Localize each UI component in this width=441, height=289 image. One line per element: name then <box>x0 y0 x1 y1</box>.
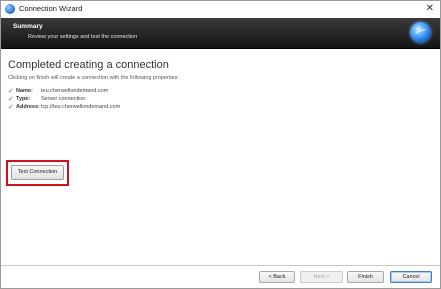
property-label: Address: <box>16 104 40 110</box>
connection-wizard-window: Connection Wizard ✕ Summary Review your … <box>0 0 441 289</box>
page-title: Completed creating a connection <box>8 59 169 71</box>
globe-logo-icon <box>410 22 431 43</box>
intro-text: Clicking on finish will create a connect… <box>8 75 179 81</box>
property-value: teu.cherwellondemand.com <box>41 88 109 94</box>
test-connection-button[interactable]: Test Connection <box>11 165 64 180</box>
app-globe-icon <box>5 4 15 14</box>
title-bar: Connection Wizard ✕ <box>1 1 440 18</box>
back-button[interactable]: < Back <box>259 271 295 283</box>
checkmark-icon: ✓ <box>8 104 14 111</box>
cancel-button[interactable]: Cancel <box>390 271 432 283</box>
banner-heading: Summary <box>13 23 43 30</box>
next-button[interactable]: Next > <box>300 271 343 283</box>
property-label: Name: <box>16 88 33 94</box>
property-label: Type: <box>16 96 31 102</box>
property-value: tcp://teu.cherwellondemand.com <box>41 104 121 110</box>
close-icon[interactable]: ✕ <box>426 2 434 16</box>
wizard-banner: Summary Review your settings and test th… <box>1 18 440 49</box>
property-value: Server connection <box>41 96 86 102</box>
checkmark-icon: ✓ <box>8 88 14 95</box>
finish-button[interactable]: Finish <box>347 271 384 283</box>
checkmark-icon: ✓ <box>8 96 14 103</box>
footer-divider <box>1 265 440 266</box>
window-title: Connection Wizard <box>19 4 83 13</box>
banner-subheading: Review your settings and test the connec… <box>28 34 138 40</box>
wizard-content: Completed creating a connection Clicking… <box>1 49 440 265</box>
